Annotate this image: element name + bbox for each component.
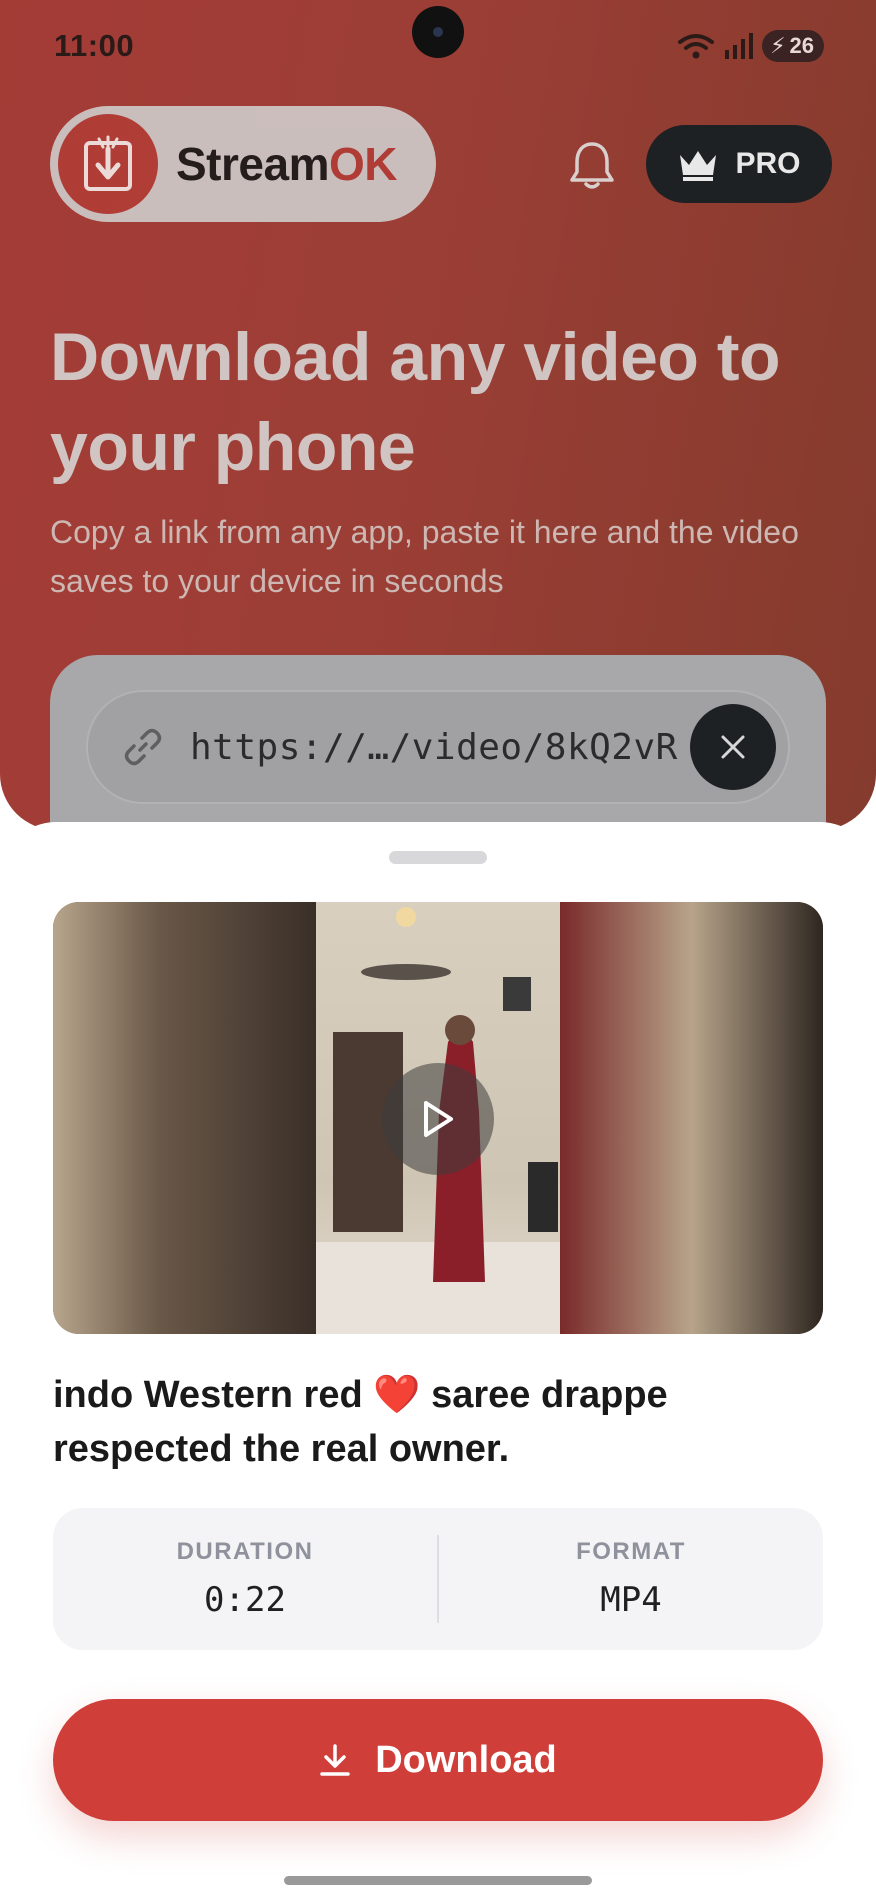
link-input-value: https://…/video/8kQ2vR xyxy=(190,726,678,768)
bolt-icon: ⚡ xyxy=(770,33,786,58)
battery-level: 26 xyxy=(789,33,814,58)
crown-icon xyxy=(680,151,717,181)
play-button[interactable] xyxy=(382,1063,494,1175)
video-title: indo Western red ❤️ saree drappe respect… xyxy=(53,1374,668,1470)
battery-indicator: ⚡ 26 xyxy=(762,30,824,62)
format-label: FORMAT xyxy=(576,1538,686,1565)
brand-name: StreamOK xyxy=(176,137,397,191)
close-icon xyxy=(721,735,745,759)
page-subheadline: Copy a link from any app, paste it here … xyxy=(50,514,799,599)
link-icon xyxy=(124,728,162,766)
sheet-grabber[interactable] xyxy=(389,851,487,864)
brand-pill[interactable]: StreamOK xyxy=(50,106,436,222)
pro-label: PRO xyxy=(735,147,801,180)
video-meta-card: DURATION 0:22 FORMAT MP4 xyxy=(53,1508,823,1650)
brand-name-suffix: OK xyxy=(328,138,398,190)
duration-info: DURATION 0:22 xyxy=(53,1508,437,1650)
download-label: Download xyxy=(375,1738,557,1781)
format-info: FORMAT MP4 xyxy=(439,1508,823,1650)
link-input[interactable]: https://…/video/8kQ2vR xyxy=(86,690,790,804)
bell-icon[interactable] xyxy=(568,140,616,192)
duration-label: DURATION xyxy=(176,1538,314,1565)
page-headline: Download any video to your phone xyxy=(50,319,781,485)
download-button[interactable]: Download xyxy=(53,1699,823,1821)
status-time: 11:00 xyxy=(54,28,135,63)
signal-icon xyxy=(725,33,754,59)
clear-input-button[interactable] xyxy=(690,704,776,790)
wifi-icon xyxy=(678,34,715,59)
brand-name-prefix: Stream xyxy=(176,138,329,190)
duration-value: 0:22 xyxy=(204,1580,286,1620)
home-indicator[interactable] xyxy=(284,1876,592,1885)
play-icon xyxy=(424,1101,453,1137)
pro-button[interactable]: PRO xyxy=(646,125,832,203)
download-icon xyxy=(320,1744,350,1776)
format-value: MP4 xyxy=(600,1580,662,1620)
front-camera xyxy=(412,6,464,58)
streamok-logo-icon xyxy=(58,114,158,214)
status-icons: ⚡ 26 xyxy=(676,30,824,62)
